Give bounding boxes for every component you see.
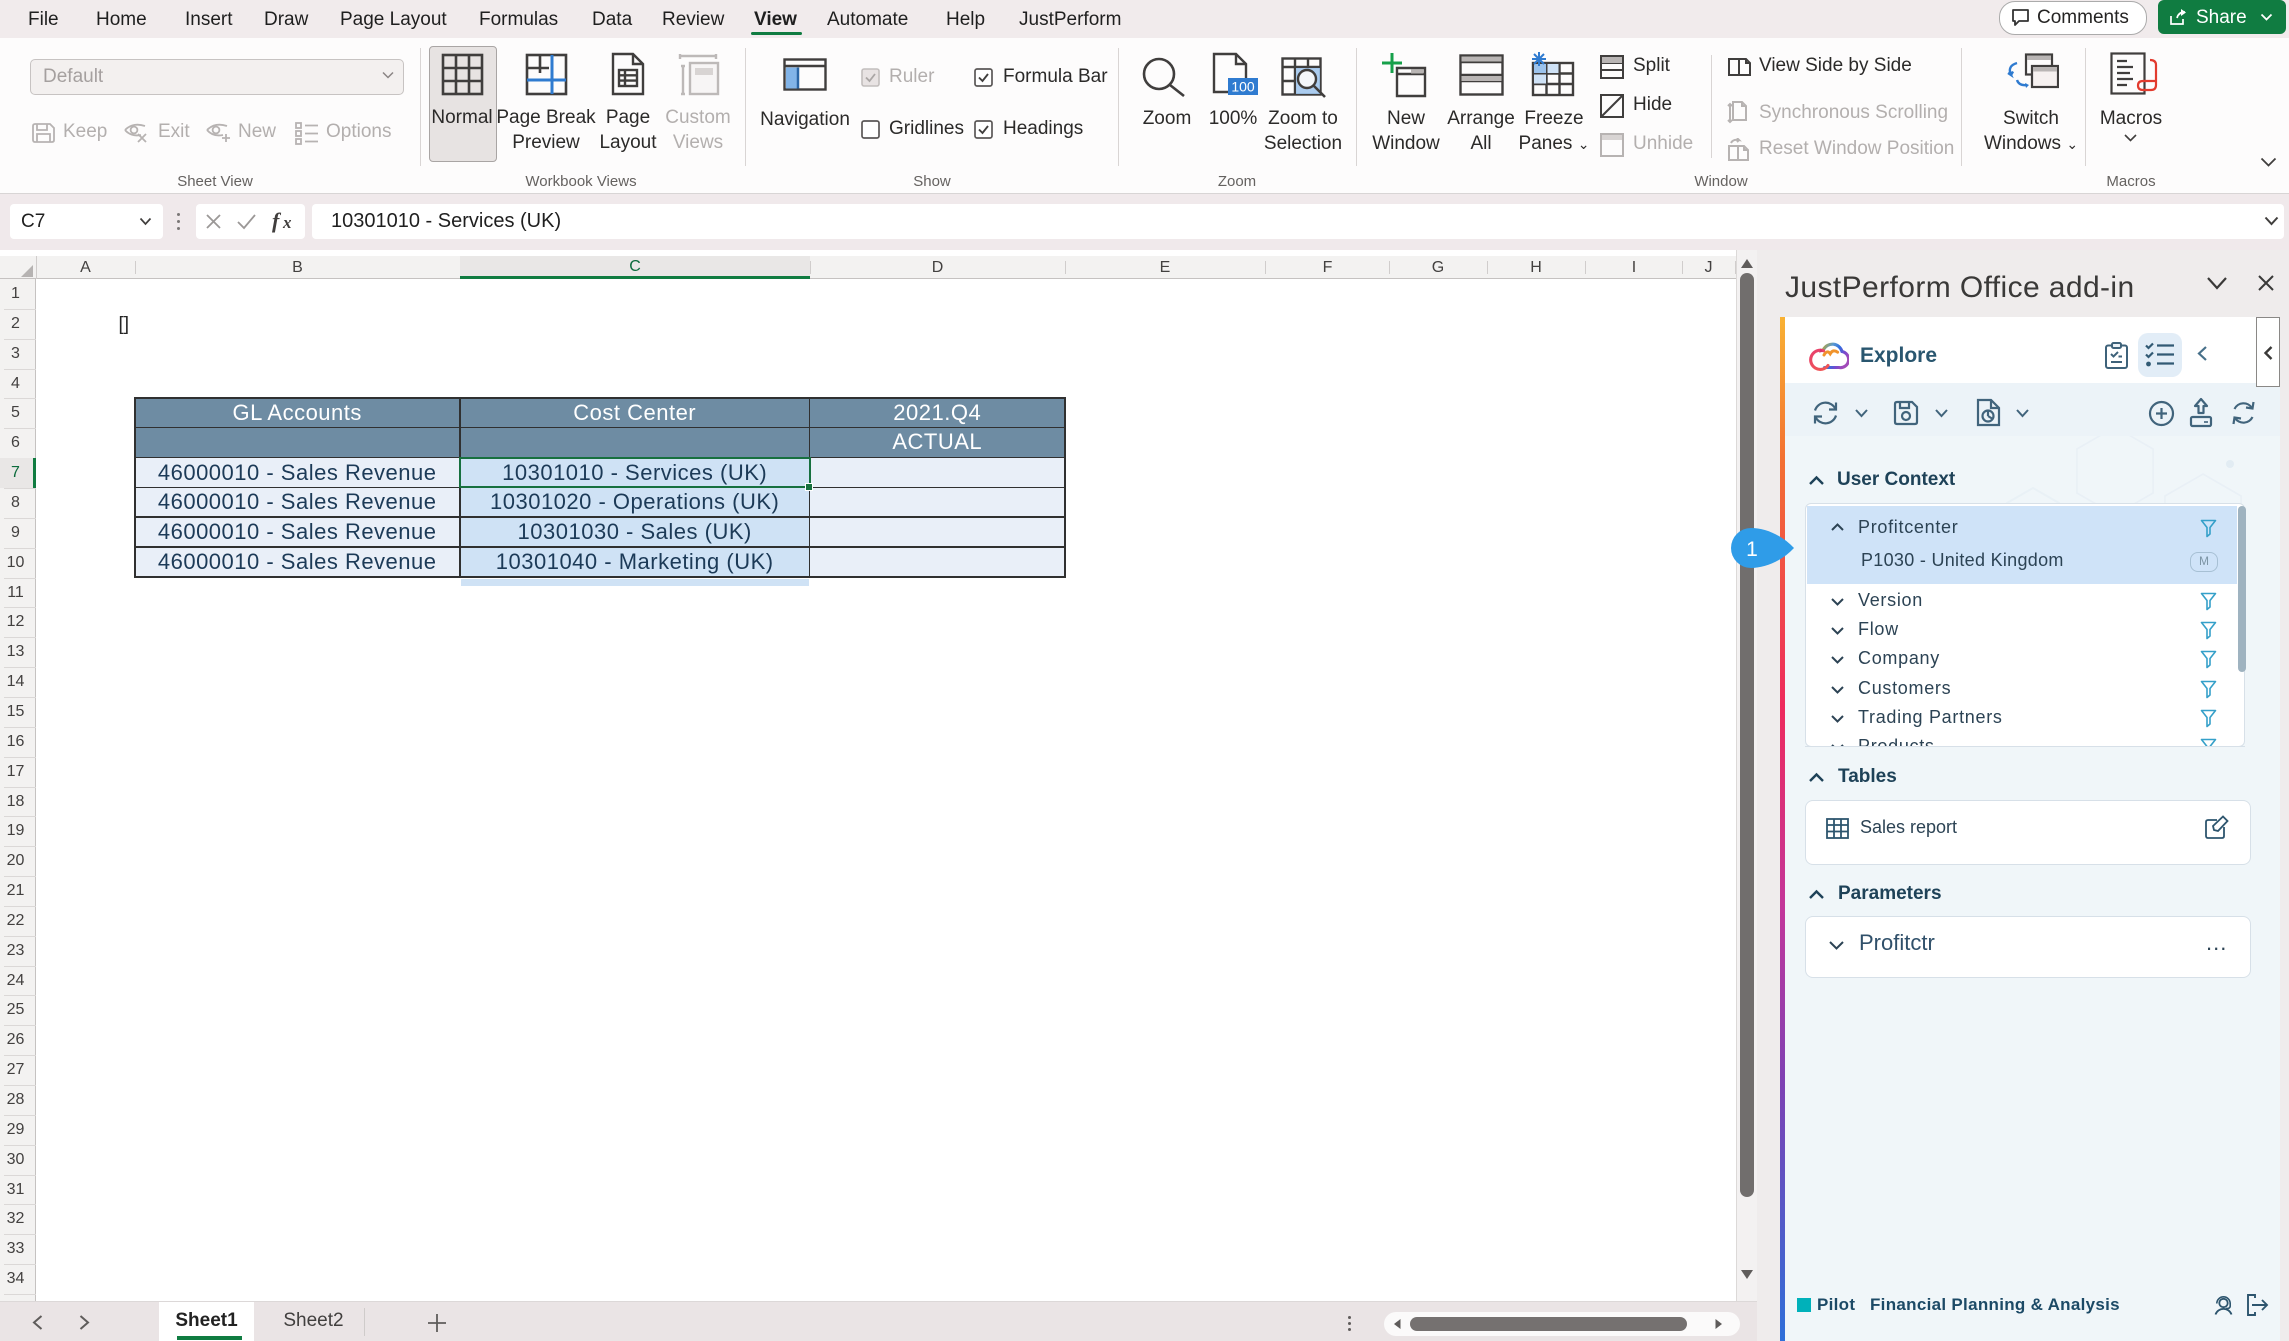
svg-text:1: 1: [1746, 538, 1758, 561]
svg-text:100: 100: [1231, 79, 1255, 95]
